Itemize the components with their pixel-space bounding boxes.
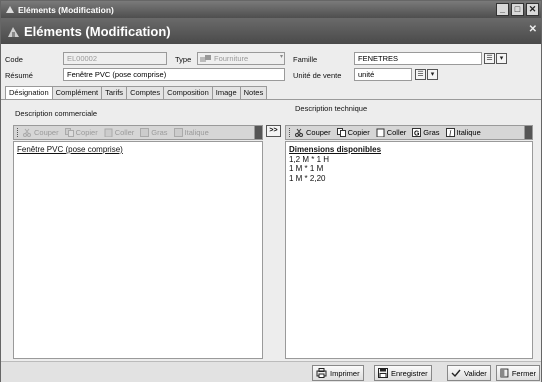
paste-icon (104, 128, 113, 137)
type-label: Type (175, 55, 192, 64)
scissors-icon (23, 128, 31, 137)
floppy-icon (378, 368, 388, 378)
famille-search-button[interactable]: ☰ (484, 53, 495, 64)
technical-heading: Dimensions disponibles (289, 145, 382, 154)
tab-comptes[interactable]: Comptes (126, 86, 165, 99)
right-copy-button[interactable]: Copier (336, 128, 370, 137)
maximize-button[interactable]: □ (511, 3, 524, 16)
copy-icon (64, 128, 74, 137)
tab-notes[interactable]: Notes (239, 86, 268, 99)
print-button[interactable]: Imprimer (312, 365, 364, 381)
svg-text:G: G (414, 131, 420, 138)
close-window-button[interactable]: ✕ (526, 3, 539, 16)
commercial-description-editor[interactable]: Fenêtre PVC (pose comprise) (13, 141, 263, 359)
right-bold-button[interactable]: G Gras (412, 128, 440, 138)
right-paste-button[interactable]: Coller (376, 128, 406, 137)
technical-description-editor[interactable]: Dimensions disponibles 1,2 M * 1 H 1 M *… (285, 141, 533, 359)
type-value: Fourniture (214, 54, 249, 63)
close-button[interactable]: Fermer (496, 365, 540, 381)
unite-dropdown-button[interactable]: ▾ (427, 69, 438, 80)
left-panel-title: Description commerciale (15, 109, 98, 118)
validate-button[interactable]: Valider (447, 365, 491, 381)
close-icon[interactable]: ✕ (529, 24, 537, 35)
toolbar-grip[interactable] (289, 128, 291, 137)
right-editor-toolbar: Couper Copier Coller G Gras I Italique (285, 125, 533, 140)
minimize-button[interactable]: _ (496, 3, 509, 16)
left-cut-button[interactable]: Couper (23, 128, 59, 137)
famille-dropdown-button[interactable]: ▾ (496, 53, 507, 64)
toolbar-grip[interactable] (17, 128, 19, 137)
door-icon (500, 368, 509, 378)
printer-icon (316, 368, 327, 378)
tab-bar: Désignation Complément Tarifs Comptes Co… (5, 86, 268, 100)
left-italic-button[interactable]: Italique (173, 128, 209, 137)
bold-icon (140, 128, 150, 137)
resume-label: Résumé (5, 71, 33, 80)
bold-icon: G (412, 128, 422, 138)
unite-field[interactable]: unité (354, 68, 412, 81)
window: Eléments (Modification) _ □ ✕ Eléments (… (0, 0, 542, 382)
app-icon (6, 6, 14, 13)
page-title: Eléments (Modification) (24, 23, 171, 39)
toolbar-overflow[interactable] (254, 126, 262, 139)
right-panel-title: Description technique (295, 104, 368, 113)
left-copy-button[interactable]: Copier (64, 128, 98, 137)
technical-line: 1 M * 1 M (289, 164, 324, 173)
code-field[interactable]: EL00002 (63, 52, 167, 65)
unite-label: Unité de vente (293, 71, 342, 80)
tab-composition[interactable]: Composition (163, 86, 213, 99)
copy-icon (336, 128, 346, 137)
tab-tarifs[interactable]: Tarifs (101, 86, 128, 99)
tab-divider (1, 99, 541, 100)
italic-icon: I (445, 128, 455, 137)
copy-description-button[interactable]: >> (266, 125, 281, 137)
supply-icon (200, 55, 211, 62)
technical-line: 1,2 M * 1 H (289, 154, 330, 164)
tab-designation[interactable]: Désignation (5, 86, 53, 100)
header-band: Eléments (Modification) ✕ (1, 18, 541, 44)
elements-icon (8, 26, 19, 37)
scissors-icon (295, 128, 303, 137)
paste-icon (376, 128, 385, 137)
check-icon (451, 369, 461, 378)
window-controls: _ □ ✕ (496, 3, 539, 16)
code-label: Code (5, 55, 23, 64)
toolbar-overflow[interactable] (524, 126, 532, 139)
footer-bar: Imprimer Enregistrer Valider Fermer (1, 361, 541, 382)
right-cut-button[interactable]: Couper (295, 128, 331, 137)
technical-line: 1 M * 2,20 (289, 173, 326, 183)
type-dropdown-arrow[interactable]: ▾ (277, 53, 286, 64)
tab-image[interactable]: Image (211, 86, 241, 99)
resume-field[interactable]: Fenêtre PVC (pose comprise) (63, 68, 285, 81)
italic-icon (173, 128, 183, 137)
tab-complement[interactable]: Complément (51, 86, 103, 99)
right-italic-button[interactable]: I Italique (445, 128, 481, 137)
left-paste-button[interactable]: Coller (104, 128, 134, 137)
save-button[interactable]: Enregistrer (374, 365, 432, 381)
famille-field[interactable]: FENETRES (354, 52, 482, 65)
left-bold-button[interactable]: Gras (140, 128, 168, 137)
title-bar[interactable]: Eléments (Modification) _ □ ✕ (1, 1, 541, 18)
unite-search-button[interactable]: ☰ (415, 69, 426, 80)
window-title: Eléments (Modification) (18, 4, 114, 15)
left-editor-toolbar: Couper Copier Coller Gras Italique (13, 125, 263, 140)
commercial-description-text: Fenêtre PVC (pose comprise) (17, 145, 123, 154)
famille-label: Famille (293, 55, 318, 64)
